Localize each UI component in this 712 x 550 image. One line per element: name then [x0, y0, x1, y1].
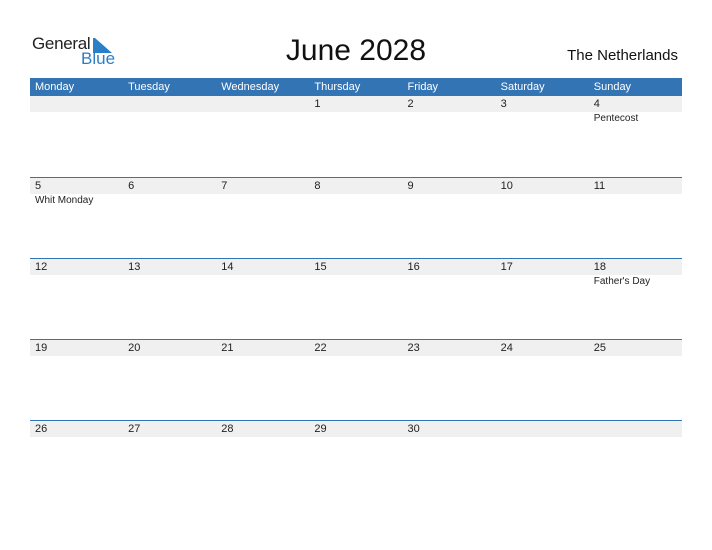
day-number: 20: [128, 342, 141, 354]
holiday-label: [123, 112, 216, 126]
event-row: Whit Monday: [30, 194, 682, 208]
day-number-row: 1 2 3 4: [30, 96, 682, 112]
day-number: 10: [500, 180, 513, 192]
weekday-label: Thursday: [314, 81, 361, 93]
day-number: 7: [221, 180, 228, 192]
event-row: Pentecost: [30, 112, 682, 126]
holiday-label: [589, 194, 682, 208]
day-number: 16: [407, 261, 420, 273]
day-number: 4: [593, 98, 600, 110]
holiday-label: [496, 112, 589, 126]
event-row: Father's Day: [30, 275, 682, 289]
weekday-label: Monday: [35, 81, 75, 93]
weekday-label: Saturday: [500, 81, 545, 93]
weekday-label: Wednesday: [221, 81, 280, 93]
day-number: [123, 96, 216, 112]
day-number: 24: [500, 342, 513, 354]
day-number: 22: [314, 342, 327, 354]
day-number: 30: [407, 423, 420, 435]
day-number-row: 19 20 21 22 23 24 25: [30, 340, 682, 356]
weekday-label: Friday: [407, 81, 439, 93]
day-number: 8: [314, 180, 321, 192]
day-number: 29: [314, 423, 327, 435]
holiday-label: [496, 275, 589, 289]
holiday-label: [30, 112, 123, 126]
holiday-label: [309, 275, 402, 289]
day-number: 2: [407, 98, 414, 110]
holiday-label: Father's Day: [593, 276, 651, 287]
day-number: 3: [500, 98, 507, 110]
day-number: [589, 421, 682, 437]
holiday-label: [30, 275, 123, 289]
day-number: 13: [128, 261, 141, 273]
calendar: Monday Tuesday Wednesday Thursday Friday…: [30, 78, 682, 501]
day-number: 17: [500, 261, 513, 273]
holiday-label: [123, 194, 216, 208]
holiday-label: [216, 194, 309, 208]
week-row: 1 2 3 4 Pentecost: [30, 96, 682, 177]
day-number-row: 12 13 14 15 16 17 18: [30, 259, 682, 275]
holiday-label: [216, 275, 309, 289]
day-number-row: 26 27 28 29 30: [30, 421, 682, 437]
holiday-label: Whit Monday: [35, 195, 94, 206]
holiday-label: [496, 194, 589, 208]
day-number: [496, 421, 589, 437]
day-number: 15: [314, 261, 327, 273]
day-number: 12: [35, 261, 48, 273]
holiday-label: [309, 194, 402, 208]
day-number: 11: [593, 180, 606, 192]
week-row: 12 13 14 15 16 17 18 Father's Day: [30, 258, 682, 339]
holiday-label: [403, 275, 496, 289]
day-number: 14: [221, 261, 234, 273]
week-row: 19 20 21 22 23 24 25: [30, 339, 682, 420]
weeks: 1 2 3 4 Pentecost 5 6 7 8 9 10 11 Whit Monday 12 13 14 1…: [30, 96, 682, 501]
day-number: 28: [221, 423, 234, 435]
day-number: 5: [35, 180, 42, 192]
holiday-label: [403, 112, 496, 126]
day-number: 18: [593, 261, 606, 273]
day-number: 9: [407, 180, 414, 192]
holiday-label: [403, 194, 496, 208]
day-number: 19: [35, 342, 48, 354]
day-number: 26: [35, 423, 48, 435]
week-row: 5 6 7 8 9 10 11 Whit Monday: [30, 177, 682, 258]
day-number: 21: [221, 342, 234, 354]
day-number-row: 5 6 7 8 9 10 11: [30, 178, 682, 194]
day-number: [30, 96, 123, 112]
day-number: [216, 96, 309, 112]
weekday-label: Sunday: [593, 81, 632, 93]
holiday-label: Pentecost: [593, 113, 639, 124]
week-row: 26 27 28 29 30: [30, 420, 682, 501]
holiday-label: [309, 112, 402, 126]
day-number: 23: [407, 342, 420, 354]
weekday-header: Monday Tuesday Wednesday Thursday Friday…: [30, 78, 682, 96]
day-number: 6: [128, 180, 135, 192]
holiday-label: [216, 112, 309, 126]
holiday-label: [123, 275, 216, 289]
country-label: The Netherlands: [567, 47, 678, 64]
day-number: 27: [128, 423, 141, 435]
day-number: 1: [314, 98, 321, 110]
weekday-label: Tuesday: [128, 81, 170, 93]
day-number: 25: [593, 342, 606, 354]
